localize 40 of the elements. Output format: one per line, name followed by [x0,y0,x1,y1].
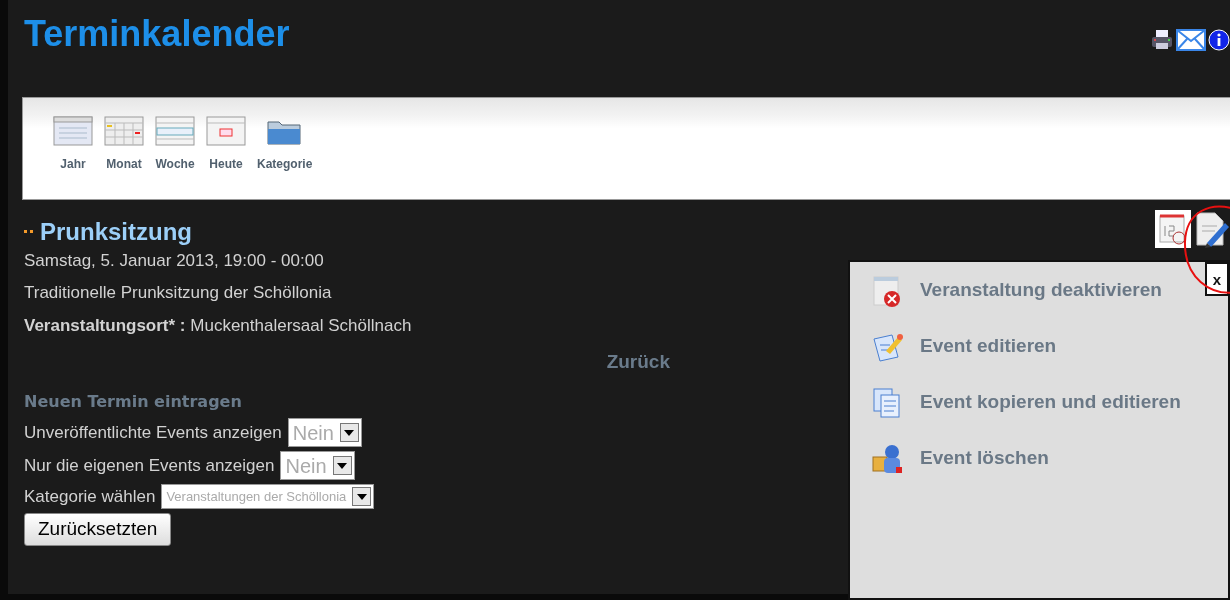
calendar-icon[interactable] [1155,210,1191,248]
close-button[interactable]: x [1205,262,1229,296]
caret-icon [352,487,372,507]
filter-label: Unveröffentlichte Events anzeigen [24,422,282,444]
event-description: Traditionelle Prunksitzung der Schöllonia [24,283,332,304]
event-title: Prunksitzung [40,218,192,247]
envelope-icon[interactable] [1176,29,1206,51]
menu-item[interactable]: Event editieren [872,328,1188,365]
today-calendar-icon [206,116,246,146]
reset-button[interactable]: Zurücksetzten [24,513,172,546]
caret-icon [332,456,352,476]
month-calendar-icon [104,116,144,146]
dropdown[interactable]: Nein [280,451,355,481]
year-calendar-icon [53,116,93,146]
printer-icon[interactable] [1150,28,1174,52]
menu-item[interactable]: Event löschen [872,440,1188,477]
toolbar-item[interactable]: Kategorie [257,116,313,199]
event-date: Samstag, 5. Januar 2013, 19:00 - 00:00 [24,250,324,272]
caret-icon [339,423,359,443]
menu-item[interactable]: Event kopieren und editieren [872,384,1188,421]
toolbar-item[interactable]: Heute [206,116,246,199]
info-icon[interactable] [1208,29,1230,51]
bullet-icon [24,229,34,236]
back-link[interactable]: Zurück [24,347,670,377]
location-value: Muckenthalersaal Schöllnach [190,315,412,335]
toolbar-item[interactable]: Monat [104,116,144,199]
page-title: Terminkalender [24,14,290,54]
menu-item-icon [872,331,904,364]
filter-label: Kategorie wählen [24,486,156,508]
toolbar-item[interactable]: Jahr [53,116,93,199]
toolbar-item[interactable]: Woche [155,116,195,199]
edit-document-icon[interactable] [1193,210,1229,248]
dropdown[interactable]: Nein [287,418,362,448]
section-heading: Neuen Termin eintragen [24,391,242,414]
menu-item[interactable]: Veranstaltung deaktivieren [872,272,1188,309]
filter-label: Nur die eigenen Events anzeigen [24,455,275,477]
week-calendar-icon [155,116,195,146]
menu-item-icon [872,443,904,476]
dropdown[interactable]: Veranstaltungen der Schöllonia [161,484,375,510]
location-label: Veranstaltungsort* : [24,315,186,335]
